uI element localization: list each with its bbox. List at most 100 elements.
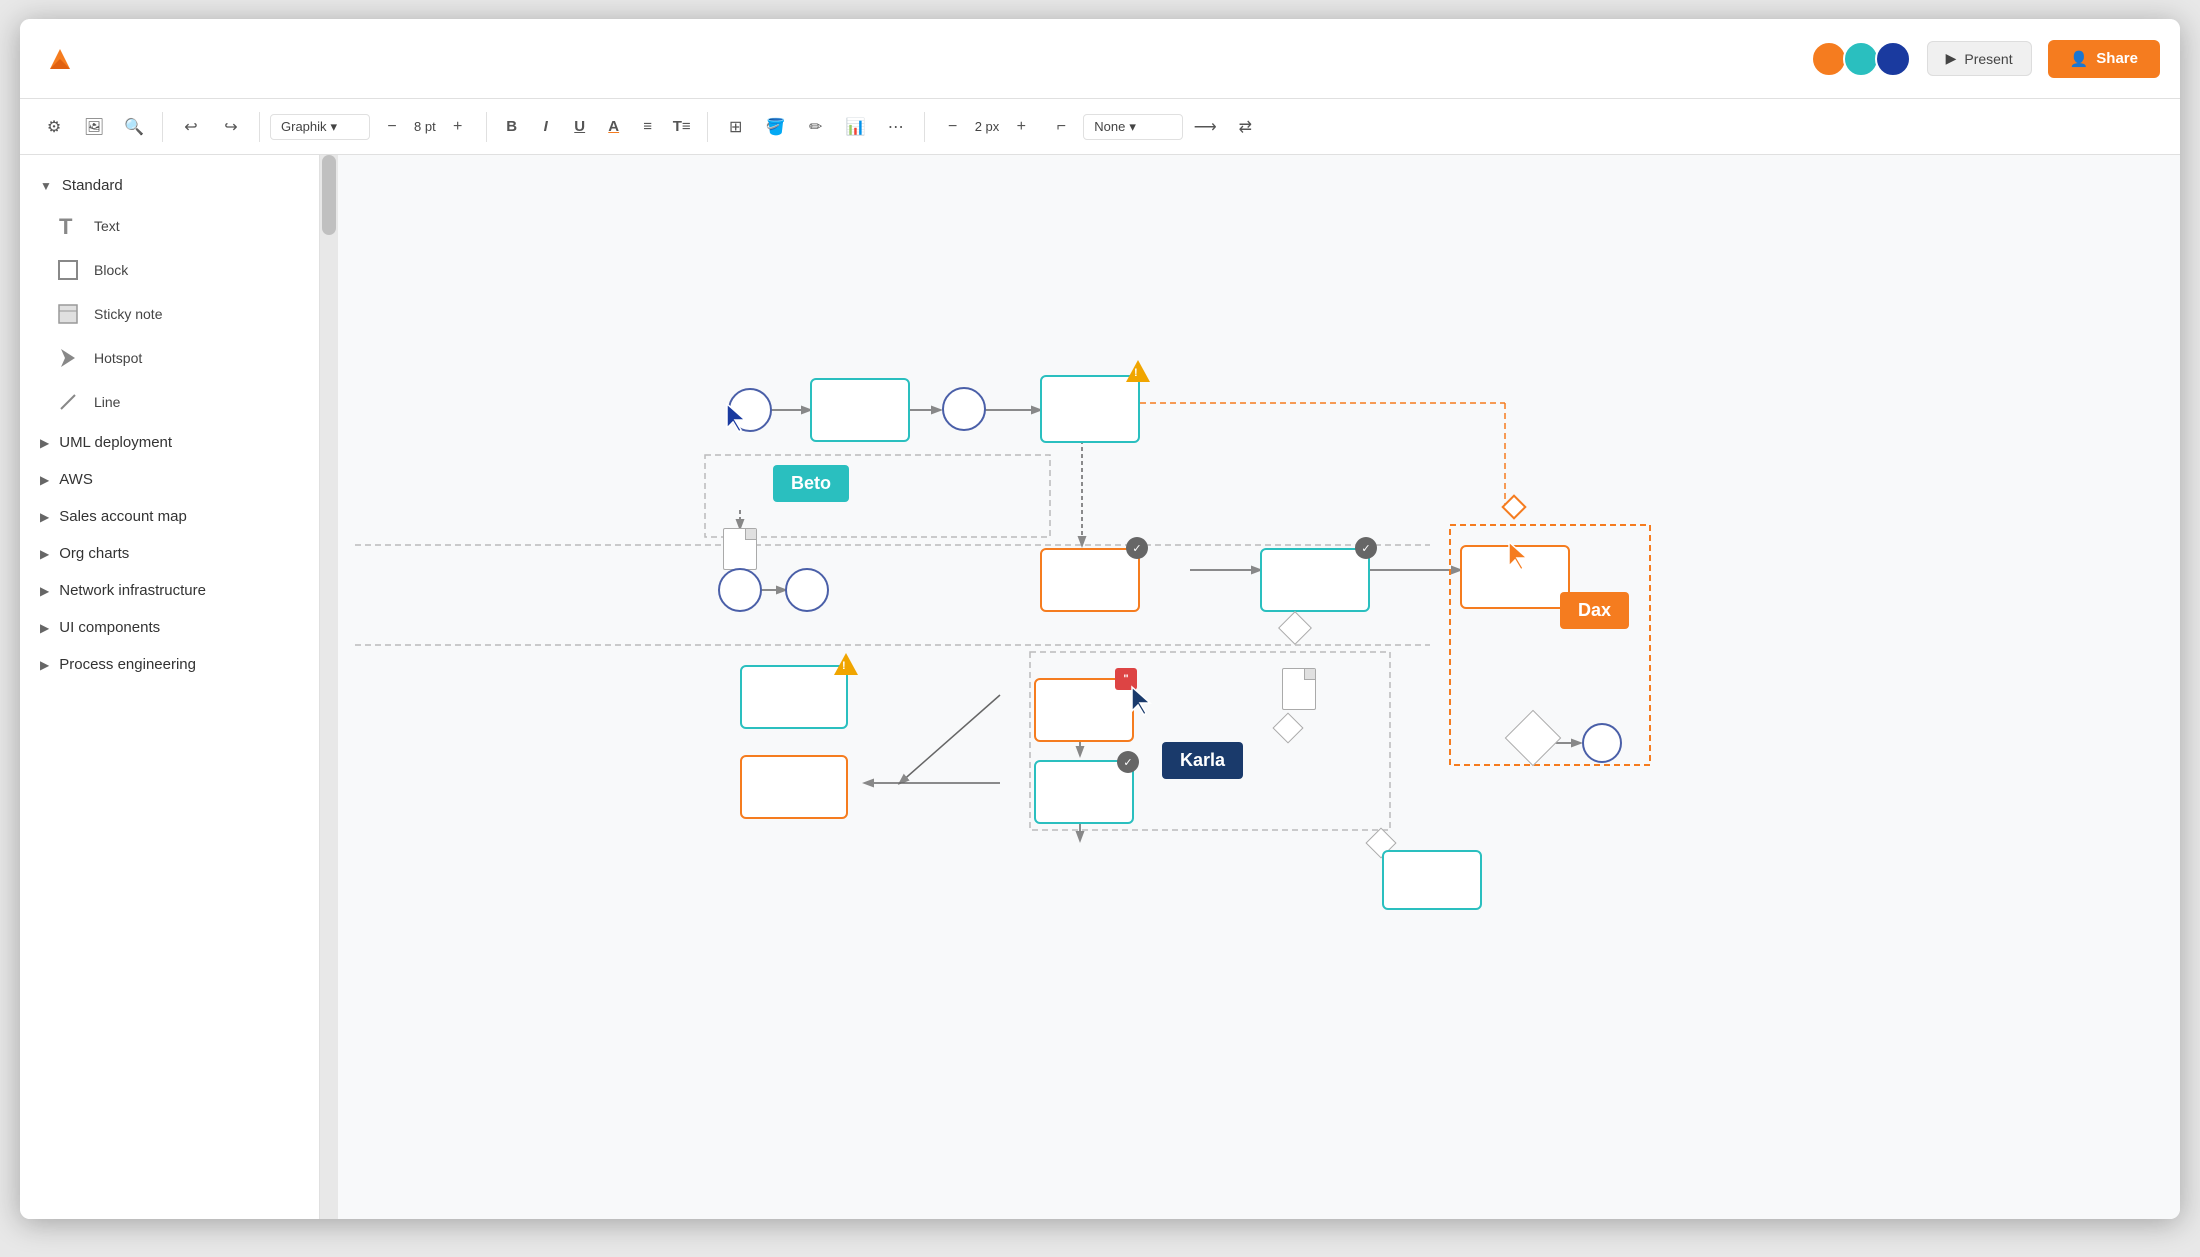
font-family-dropdown[interactable]: Graphik ▾ [270,114,370,140]
sidebar-section-network-label: Network infrastructure [59,582,206,599]
diamond-3[interactable] [1505,710,1562,767]
line-swap-icon[interactable]: ⇄ [1227,109,1263,145]
diamond-orange-1 [1501,494,1526,519]
sidebar-item-block-label: Block [94,262,128,278]
sidebar-section-uml[interactable]: ▶ UML deployment [20,424,319,461]
circle-3[interactable] [718,568,762,612]
align-button[interactable]: ≡ [633,112,663,142]
more-icon[interactable]: ⋯ [878,109,914,145]
line-width-group: 2 px [975,119,1000,134]
rect-8[interactable] [1382,850,1482,910]
scrollbar-thumb[interactable] [322,155,336,235]
avatar-dax [1875,41,1911,77]
file-shape-2[interactable] [1282,668,1316,710]
cursor-beto [723,402,751,439]
rect-3[interactable] [1040,548,1140,612]
sidebar-section-aws-label: AWS [59,471,93,488]
corner-style-value: None [1094,119,1125,134]
sidebar-section-standard[interactable]: ▼ Standard [20,167,319,204]
line-width-increase-icon[interactable]: + [1003,109,1039,145]
color-label: A [608,118,619,135]
underline-label: U [574,118,585,135]
sidebar-section-process-label: Process engineering [59,656,196,673]
redo-icon[interactable]: ↪ [213,109,249,145]
sidebar-item-line[interactable]: Line [20,380,319,424]
font-family-value: Graphik [281,119,327,134]
settings-icon[interactable]: ⚙ [36,109,72,145]
sidebar-section-aws[interactable]: ▶ AWS [20,461,319,498]
list-label: T≡ [673,118,691,135]
sidebar-item-sticky-label: Sticky note [94,306,162,322]
italic-label: I [544,118,548,135]
arrow-style-dropdown[interactable]: ⟶ [1187,109,1223,145]
sidebar-section-ui[interactable]: ▶ UI components [20,609,319,646]
corner-style-icon[interactable]: ⌐ [1043,109,1079,145]
underline-button[interactable]: U [565,112,595,142]
diagram-svg [320,155,2180,1219]
sidebar-item-text[interactable]: T Text [20,204,319,248]
pen-icon[interactable]: ✏ [798,109,834,145]
present-icon: ▶ [1946,50,1957,67]
present-label: Present [1964,51,2012,67]
file-shape-1[interactable] [723,528,757,570]
chevron-right-icon: ▶ [40,510,49,524]
share-label: Share [2096,50,2138,67]
font-size-increase-icon[interactable]: + [440,109,476,145]
font-size-decrease-icon[interactable]: − [374,109,410,145]
search-icon[interactable]: 🔍 [116,109,152,145]
chevron-right-icon: ▶ [40,584,49,598]
hotspot-icon [56,346,80,370]
sidebar-section-process[interactable]: ▶ Process engineering [20,646,319,683]
color-button[interactable]: A [599,112,629,142]
label-karla: Karla [1162,742,1243,779]
sidebar-section-sales[interactable]: ▶ Sales account map [20,498,319,535]
sidebar-section-standard-label: Standard [62,177,123,194]
bold-button[interactable]: B [497,112,527,142]
chevron-down-icon: ▼ [40,179,52,193]
image-icon[interactable]: 🖼 [76,109,112,145]
rect-6[interactable] [740,665,848,729]
chevron-right-icon: ▶ [40,547,49,561]
sidebar-section-ui-label: UI components [59,619,160,636]
circle-5[interactable] [1582,723,1622,763]
sidebar-section-org[interactable]: ▶ Org charts [20,535,319,572]
line-width-value: 2 px [975,119,1000,134]
sidebar-item-sticky-note[interactable]: Sticky note [20,292,319,336]
italic-button[interactable]: I [531,112,561,142]
rect-7b[interactable] [1034,760,1134,824]
sidebar-item-text-label: Text [94,218,120,234]
app-logo[interactable] [40,39,80,79]
warning-badge-1 [1126,360,1150,382]
line-width-decrease-icon[interactable]: − [935,109,971,145]
chart-icon[interactable]: 📊 [838,109,874,145]
sidebar-section-org-label: Org charts [59,545,129,562]
sidebar-section-sales-label: Sales account map [59,508,187,525]
corner-style-dropdown[interactable]: None ▾ [1083,114,1183,140]
sidebar-item-hotspot[interactable]: Hotspot [20,336,319,380]
rect-1[interactable] [810,378,910,442]
rect-7[interactable] [740,755,848,819]
undo-icon[interactable]: ↩ [173,109,209,145]
sidebar-section-network[interactable]: ▶ Network infrastructure [20,572,319,609]
circle-4[interactable] [785,568,829,612]
check-badge-1: ✓ [1126,537,1148,559]
divider-1 [162,112,163,142]
cursor-dax [1505,540,1533,577]
present-button[interactable]: ▶ Present [1927,41,2032,76]
fill-icon[interactable]: 🪣 [758,109,794,145]
table-icon[interactable]: ⊞ [718,109,754,145]
warning-badge-2 [834,653,858,675]
app-window: ▶ Present 👤 Share ⚙ 🖼 🔍 ↩ ↪ Graphik ▾ − … [20,19,2180,1219]
list-button[interactable]: T≡ [667,112,697,142]
diamond-1 [1278,611,1312,645]
line-icon [56,390,80,414]
rect-2[interactable] [1040,375,1140,443]
scrollbar-track[interactable] [320,155,338,1219]
divider-3 [486,112,487,142]
rect-4[interactable] [1260,548,1370,612]
svg-text:T: T [59,214,73,238]
share-button[interactable]: 👤 Share [2048,40,2160,78]
sidebar-item-block[interactable]: Block [20,248,319,292]
canvas-area[interactable]: ! Beto ✓ ✓ Dax ! [320,155,2180,1219]
circle-2[interactable] [942,387,986,431]
